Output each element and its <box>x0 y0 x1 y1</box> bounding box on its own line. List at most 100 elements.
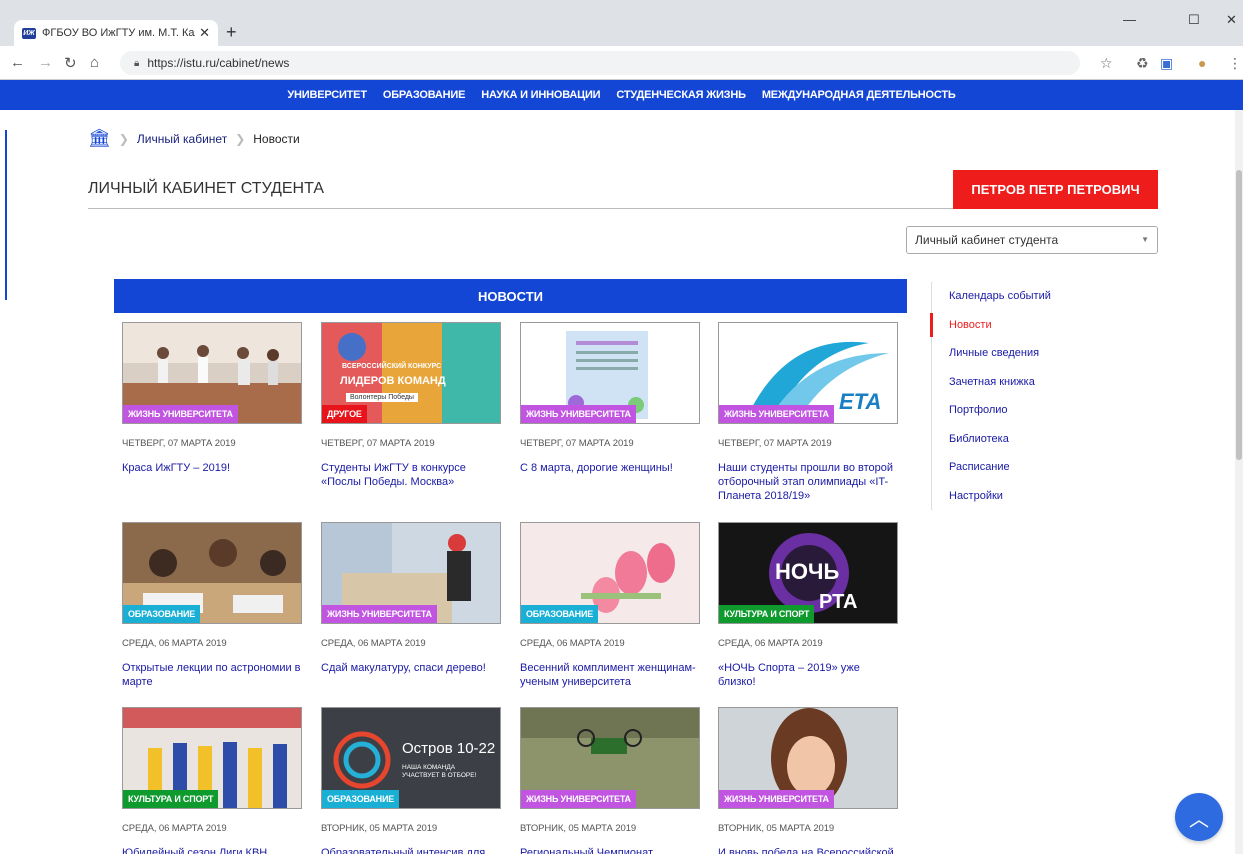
close-window-icon[interactable]: ✕ <box>1226 12 1237 28</box>
home-building-icon[interactable]: 🏛︎ <box>88 128 111 149</box>
news-card[interactable]: ЖИЗНЬ УНИВЕРСИТЕТА ВТОРНИК, 05 МАРТА 2019… <box>718 707 898 854</box>
news-thumbnail[interactable]: КУЛЬТУРА И СПОРТ <box>122 707 302 809</box>
nav-student-life[interactable]: СТУДЕНЧЕСКАЯ ЖИЗНЬ <box>616 89 746 101</box>
news-title-link[interactable]: Сдай макулатуру, спаси дерево! <box>321 661 501 675</box>
news-thumbnail[interactable]: Остров 10-22 НАША КОМАНДА УЧАСТВУЕТ В ОТБО… <box>321 707 501 809</box>
news-card[interactable]: НОЧЬ РТА КУЛЬТУРА И СПОРТ СРЕДА, 06 МАРТА 2… <box>718 522 898 689</box>
url-field[interactable]: 🔒︎ https://istu.ru/cabinet/news <box>120 51 1080 75</box>
minimize-icon[interactable]: — <box>1123 12 1136 27</box>
cabinet-side-nav: Календарь событий Новости Личные сведения З… <box>930 282 1111 511</box>
news-thumbnail[interactable]: ВСЕРОССИЙСКИЙ КОНКУРС ЛИДЕРОВ КОМАНД Волон… <box>321 322 501 424</box>
news-thumbnail[interactable]: НОЧЬ РТА КУЛЬТУРА И СПОРТ <box>718 522 898 624</box>
news-card[interactable]: ETA ЖИЗНЬ УНИВЕРСИТЕТА ЧЕТВЕРГ, 07 МАРТА 2… <box>718 322 898 503</box>
category-badge[interactable]: ЖИЗНЬ УНИВЕРСИТЕТА <box>521 405 636 423</box>
sidenav-item[interactable]: Портфолио <box>932 396 1111 425</box>
news-thumbnail[interactable]: ЖИЗНЬ УНИВЕРСИТЕТА <box>718 707 898 809</box>
sidenav-item[interactable]: Новости <box>930 311 1111 340</box>
news-title-link[interactable]: Юбилейный сезон Лиги КВН <box>122 846 302 854</box>
site-favicon-icon: ИЖ <box>22 27 36 39</box>
news-thumbnail[interactable]: ЖИЗНЬ УНИВЕРСИТЕТА <box>520 322 700 424</box>
chevron-up-icon: ︿ <box>1189 808 1209 831</box>
category-badge[interactable]: ЖИЗНЬ УНИВЕРСИТЕТА <box>719 405 834 423</box>
news-date: СРЕДА, 06 МАРТА 2019 <box>520 638 625 649</box>
page-scrollbar[interactable] <box>1235 110 1243 854</box>
category-badge[interactable]: КУЛЬТУРА И СПОРТ <box>719 605 815 623</box>
news-thumbnail[interactable]: ETA ЖИЗНЬ УНИВЕРСИТЕТА <box>718 322 898 424</box>
bookmark-star-icon[interactable]: ☆ <box>1100 55 1113 72</box>
news-card[interactable]: КУЛЬТУРА И СПОРТ СРЕДА, 06 МАРТА 2019 Юбил… <box>122 707 302 854</box>
category-badge[interactable]: ОБРАЗОВАНИЕ <box>322 790 400 808</box>
news-date: ВТОРНИК, 05 МАРТА 2019 <box>321 823 438 834</box>
thumbnail-caption: НАША КОМАНДА <box>402 764 456 771</box>
nav-international[interactable]: МЕЖДУНАРОДНАЯ ДЕЯТЕЛЬНОСТЬ <box>762 89 956 101</box>
news-title-link[interactable]: И вновь победа на Всероссийской <box>718 846 898 854</box>
page-header: ЛИЧНЫЙ КАБИНЕТ СТУДЕНТА ПЕТРОВ ПЕТР ПЕТР… <box>88 170 1158 209</box>
thumbnail-caption: Остров 10-22 <box>402 740 496 757</box>
thumbnail-caption: Волонтеры Победы <box>346 393 418 402</box>
new-tab-icon[interactable]: + <box>226 22 237 43</box>
scroll-to-top-button[interactable]: ︿ <box>1175 793 1223 841</box>
user-name-button[interactable]: ПЕТРОВ ПЕТР ПЕТРОВИЧ <box>953 170 1158 209</box>
category-badge[interactable]: ОБРАЗОВАНИЕ <box>521 605 599 623</box>
news-title-link[interactable]: Открытые лекции по астрономии в марте <box>122 661 302 689</box>
reload-icon[interactable]: ↻ <box>64 54 77 72</box>
forward-icon[interactable]: → <box>38 54 53 71</box>
news-card[interactable]: ОБРАЗОВАНИЕ СРЕДА, 06 МАРТА 2019 Весенний … <box>520 522 700 689</box>
translate-extension-icon[interactable]: ▣ <box>1160 55 1173 72</box>
category-badge[interactable]: ОБРАЗОВАНИЕ <box>123 605 201 623</box>
sidenav-item[interactable]: Зачетная книжка <box>932 368 1111 397</box>
news-title-link[interactable]: Наши студенты прошли во второй отборочны… <box>718 461 898 503</box>
sidenav-item[interactable]: Настройки <box>932 482 1111 511</box>
lock-icon: 🔒︎ <box>134 57 140 69</box>
news-card[interactable]: Остров 10-22 НАША КОМАНДА УЧАСТВУЕТ В ОТБО… <box>321 707 501 854</box>
news-title-link[interactable]: «НОЧЬ Спорта – 2019» уже близко! <box>718 661 898 689</box>
news-thumbnail[interactable]: ЖИЗНЬ УНИВЕРСИТЕТА <box>321 522 501 624</box>
extension-icon[interactable]: ♻ <box>1136 55 1149 72</box>
news-thumbnail[interactable]: ОБРАЗОВАНИЕ <box>520 522 700 624</box>
news-title-link[interactable]: Образовательный интенсив для <box>321 846 501 854</box>
category-badge[interactable]: ЖИЗНЬ УНИВЕРСИТЕТА <box>322 605 437 623</box>
news-card[interactable]: ВСЕРОССИЙСКИЙ КОНКУРС ЛИДЕРОВ КОМАНД Волон… <box>321 322 501 489</box>
category-badge[interactable]: ЖИЗНЬ УНИВЕРСИТЕТА <box>123 405 238 423</box>
cabinet-select[interactable]: Личный кабинет студента ▼ <box>906 226 1158 254</box>
breadcrumb-cabinet-link[interactable]: Личный кабинет <box>137 132 227 146</box>
profile-avatar-icon[interactable]: ● <box>1198 55 1206 71</box>
news-card[interactable]: ЖИЗНЬ УНИВЕРСИТЕТА СРЕДА, 06 МАРТА 2019 Сд… <box>321 522 501 675</box>
chevron-right-icon: ❯ <box>118 131 129 146</box>
home-icon[interactable]: ⌂ <box>90 54 99 71</box>
url-text: https://istu.ru/cabinet/news <box>147 56 290 70</box>
sidenav-item[interactable]: Расписание <box>932 453 1111 482</box>
back-icon[interactable]: ← <box>10 54 25 71</box>
nav-education[interactable]: ОБРАЗОВАНИЕ <box>383 89 466 101</box>
news-title-link[interactable]: Весенний комплимент женщинам-ученым унив… <box>520 661 700 689</box>
news-date: ЧЕТВЕРГ, 07 МАРТА 2019 <box>520 438 634 449</box>
nav-university[interactable]: УНИВЕРСИТЕТ <box>287 89 367 101</box>
category-badge[interactable]: ДРУГОЕ <box>322 405 367 423</box>
sidenav-item[interactable]: Календарь событий <box>932 282 1111 311</box>
category-badge[interactable]: ЖИЗНЬ УНИВЕРСИТЕТА <box>521 790 636 808</box>
browser-tab[interactable]: ИЖ ФГБОУ ВО ИжГТУ им. М.Т. Калашникова ✕ <box>14 20 218 46</box>
news-thumbnail[interactable]: ЖИЗНЬ УНИВЕРСИТЕТА <box>122 322 302 424</box>
news-title-link[interactable]: Краса ИжГТУ – 2019! <box>122 461 302 475</box>
news-card[interactable]: ЖИЗНЬ УНИВЕРСИТЕТА ВТОРНИК, 05 МАРТА 2019… <box>520 707 700 854</box>
news-title-link[interactable]: С 8 марта, дорогие женщины! <box>520 461 700 475</box>
news-thumbnail[interactable]: ЖИЗНЬ УНИВЕРСИТЕТА <box>520 707 700 809</box>
news-card[interactable]: ЖИЗНЬ УНИВЕРСИТЕТА ЧЕТВЕРГ, 07 МАРТА 2019… <box>520 322 700 475</box>
news-card[interactable]: ЖИЗНЬ УНИВЕРСИТЕТА ЧЕТВЕРГ, 07 МАРТА 2019… <box>122 322 302 475</box>
menu-kebab-icon[interactable]: ⋮ <box>1228 55 1242 72</box>
nav-science[interactable]: НАУКА И ИННОВАЦИИ <box>481 89 600 101</box>
sidenav-item[interactable]: Личные сведения <box>932 339 1111 368</box>
news-title-link[interactable]: Студенты ИжГТУ в конкурсе «Послы Победы.… <box>321 461 501 489</box>
address-bar-row: ← → ↻ ⌂ 🔒︎ https://istu.ru/cabinet/news … <box>0 46 1243 80</box>
news-title-link[interactable]: Региональный Чемпионат <box>520 846 700 854</box>
news-card[interactable]: ОБРАЗОВАНИЕ СРЕДА, 06 МАРТА 2019 Открытые … <box>122 522 302 689</box>
category-badge[interactable]: ЖИЗНЬ УНИВЕРСИТЕТА <box>719 790 834 808</box>
thumbnail-caption: ВСЕРОССИЙСКИЙ КОНКУРС <box>342 363 442 370</box>
close-tab-icon[interactable]: ✕ <box>199 25 210 41</box>
maximize-icon[interactable]: ☐ <box>1188 12 1200 28</box>
news-header: НОВОСТИ <box>114 279 907 313</box>
category-badge[interactable]: КУЛЬТУРА И СПОРТ <box>123 790 219 808</box>
scrollbar-thumb[interactable] <box>1236 170 1242 460</box>
news-thumbnail[interactable]: ОБРАЗОВАНИЕ <box>122 522 302 624</box>
sidenav-item[interactable]: Библиотека <box>932 425 1111 454</box>
